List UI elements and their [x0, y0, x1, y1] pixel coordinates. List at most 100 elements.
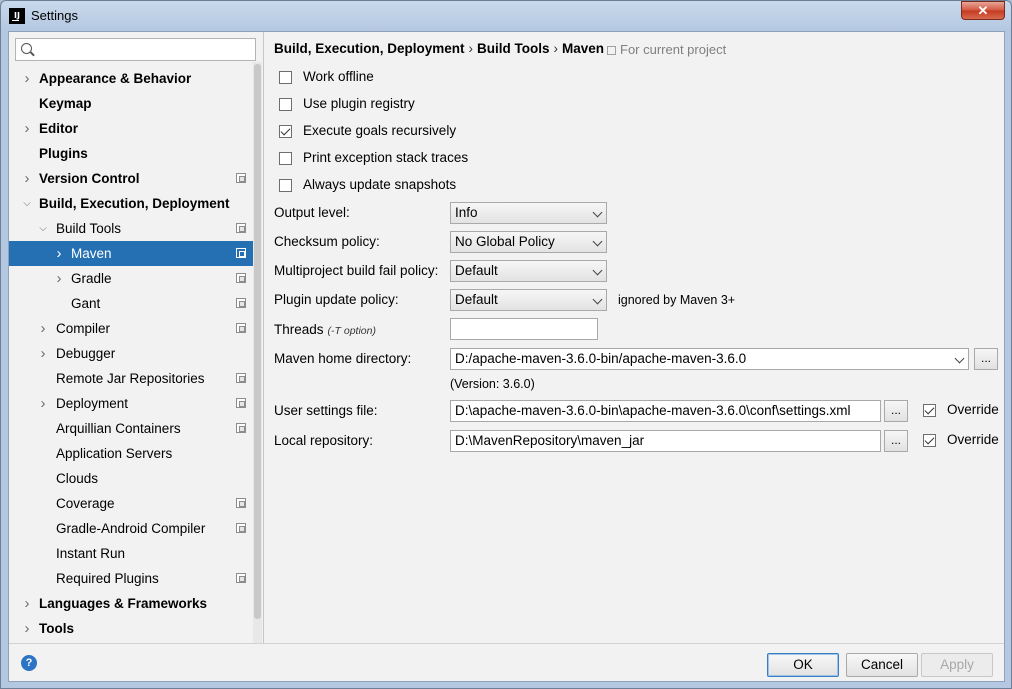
chevron-right-icon[interactable]: › [37, 316, 49, 341]
chevron-down-icon [592, 236, 603, 247]
chevron-right-icon[interactable]: › [53, 266, 65, 291]
scrollbar-thumb[interactable] [254, 64, 261, 619]
chevron-right-icon[interactable]: › [21, 616, 33, 641]
search-input[interactable] [38, 41, 248, 58]
breadcrumb-build-execution-deployment: Build, Execution, Deployment [274, 41, 465, 56]
chevron-down-icon [592, 294, 603, 305]
use-plugin-registry-label: Use plugin registry [303, 96, 415, 111]
tree-item-remote-jar-repositories[interactable]: Remote Jar Repositories [9, 366, 254, 391]
settings-tree: › Appearance & Behavior Keymap › Editor Plugi… [9, 66, 254, 641]
tree-item-keymap[interactable]: Keymap [9, 91, 254, 116]
tree-item-label: Maven [71, 246, 112, 261]
tree-item-plugins[interactable]: Plugins [9, 141, 254, 166]
chevron-right-icon[interactable]: › [53, 241, 65, 266]
threads-input[interactable] [450, 318, 598, 340]
project-scope-icon [236, 223, 246, 233]
chevron-down-icon [954, 353, 965, 364]
project-scope-icon [607, 46, 616, 55]
settings-search-box[interactable] [15, 38, 256, 61]
sidebar-scrollbar[interactable] [253, 62, 262, 643]
tree-item-version-control[interactable]: › Version Control [9, 166, 254, 191]
help-icon[interactable]: ? [21, 655, 37, 671]
maven-home-label: Maven home directory: [274, 351, 412, 366]
work-offline-label: Work offline [303, 69, 374, 84]
tree-item-deployment[interactable]: › Deployment [9, 391, 254, 416]
tree-item-gradle[interactable]: › Gradle [9, 266, 254, 291]
threads-label: Threads (-T option) [274, 322, 376, 337]
tree-item-gant[interactable]: Gant [9, 291, 254, 316]
project-scope-icon [236, 423, 246, 433]
chevron-down-icon[interactable]: ⌵ [21, 191, 33, 216]
output-level-dropdown[interactable]: Info [450, 202, 607, 224]
plugin-update-policy-value: Default [455, 292, 498, 307]
work-offline-checkbox[interactable] [279, 71, 292, 84]
user-settings-browse-button[interactable]: ... [884, 400, 908, 422]
ok-button[interactable]: OK [767, 653, 839, 677]
user-settings-override-label: Override [947, 402, 999, 417]
chevron-right-icon[interactable]: › [21, 116, 33, 141]
execute-goals-recursively-checkbox[interactable] [279, 125, 292, 138]
checksum-policy-dropdown[interactable]: No Global Policy [450, 231, 607, 253]
tree-item-label: Build Tools [56, 221, 122, 236]
tree-item-label: Coverage [56, 496, 115, 511]
scope-label: For current project [620, 42, 727, 57]
tree-item-label: Application Servers [56, 446, 173, 461]
tree-item-editor[interactable]: › Editor [9, 116, 254, 141]
chevron-down-icon[interactable]: ⌵ [37, 216, 49, 241]
use-plugin-registry-checkbox[interactable] [279, 98, 292, 111]
tree-item-languages-frameworks[interactable]: › Languages & Frameworks [9, 591, 254, 616]
tree-item-coverage[interactable]: Coverage [9, 491, 254, 516]
tree-item-label: Keymap [39, 96, 92, 111]
breadcrumb-build-tools: Build Tools [477, 41, 550, 56]
local-repository-override-label: Override [947, 432, 999, 447]
local-repository-override-checkbox[interactable] [923, 434, 936, 447]
tree-item-build-tools[interactable]: ⌵ Build Tools [9, 216, 254, 241]
title-bar[interactable]: IJ Settings ✕ [1, 1, 1011, 31]
multiproject-fail-policy-value: Default [455, 263, 498, 278]
tree-item-appearance-behavior[interactable]: › Appearance & Behavior [9, 66, 254, 91]
tree-item-label: Gradle [71, 271, 112, 286]
chevron-right-icon[interactable]: › [21, 591, 33, 616]
tree-item-tools[interactable]: › Tools [9, 616, 254, 641]
maven-home-value: D:/apache-maven-3.6.0-bin/apache-maven-3… [455, 351, 747, 366]
tree-item-clouds[interactable]: Clouds [9, 466, 254, 491]
project-scope-icon [236, 398, 246, 408]
chevron-right-icon[interactable]: › [21, 66, 33, 91]
tree-item-label: Gradle-Android Compiler [56, 521, 206, 536]
tree-item-maven[interactable]: › Maven [9, 241, 254, 266]
search-icon [21, 43, 32, 54]
multiproject-fail-policy-dropdown[interactable]: Default [450, 260, 607, 282]
cancel-button[interactable]: Cancel [846, 653, 918, 677]
chevron-right-icon[interactable]: › [37, 341, 49, 366]
tree-item-label: Version Control [39, 171, 140, 186]
tree-item-label: Arquillian Containers [56, 421, 181, 436]
project-scope-icon [236, 248, 246, 258]
tree-item-gradle-android-compiler[interactable]: Gradle-Android Compiler [9, 516, 254, 541]
maven-home-dropdown[interactable]: D:/apache-maven-3.6.0-bin/apache-maven-3… [450, 348, 969, 370]
user-settings-input[interactable]: D:\apache-maven-3.6.0-bin\apache-maven-3… [450, 400, 881, 422]
tree-item-label: Build, Execution, Deployment [39, 196, 230, 211]
apply-button[interactable]: Apply [921, 653, 993, 677]
tree-item-required-plugins[interactable]: Required Plugins [9, 566, 254, 591]
plugin-update-note: ignored by Maven 3+ [618, 293, 736, 307]
chevron-right-icon[interactable]: › [37, 391, 49, 416]
tree-item-application-servers[interactable]: Application Servers [9, 441, 254, 466]
plugin-update-policy-dropdown[interactable]: Default [450, 289, 607, 311]
print-exception-checkbox[interactable] [279, 152, 292, 165]
tree-item-compiler[interactable]: › Compiler [9, 316, 254, 341]
checksum-policy-label: Checksum policy: [274, 234, 380, 249]
breadcrumb: Build, Execution, Deployment › Build Tools… [274, 41, 604, 56]
always-update-snapshots-checkbox[interactable] [279, 179, 292, 192]
tree-item-arquillian-containers[interactable]: Arquillian Containers [9, 416, 254, 441]
local-repository-browse-button[interactable]: ... [884, 430, 908, 452]
tree-item-label: Remote Jar Repositories [56, 371, 205, 386]
tree-item-debugger[interactable]: › Debugger [9, 341, 254, 366]
plugin-update-policy-label: Plugin update policy: [274, 292, 399, 307]
user-settings-override-checkbox[interactable] [923, 404, 936, 417]
tree-item-instant-run[interactable]: Instant Run [9, 541, 254, 566]
tree-item-build-execution-deployment[interactable]: ⌵ Build, Execution, Deployment [9, 191, 254, 216]
maven-home-browse-button[interactable]: ... [974, 348, 998, 370]
close-button[interactable]: ✕ [961, 1, 1005, 20]
local-repository-input[interactable]: D:\MavenRepository\maven_jar [450, 430, 881, 452]
chevron-right-icon[interactable]: › [21, 166, 33, 191]
